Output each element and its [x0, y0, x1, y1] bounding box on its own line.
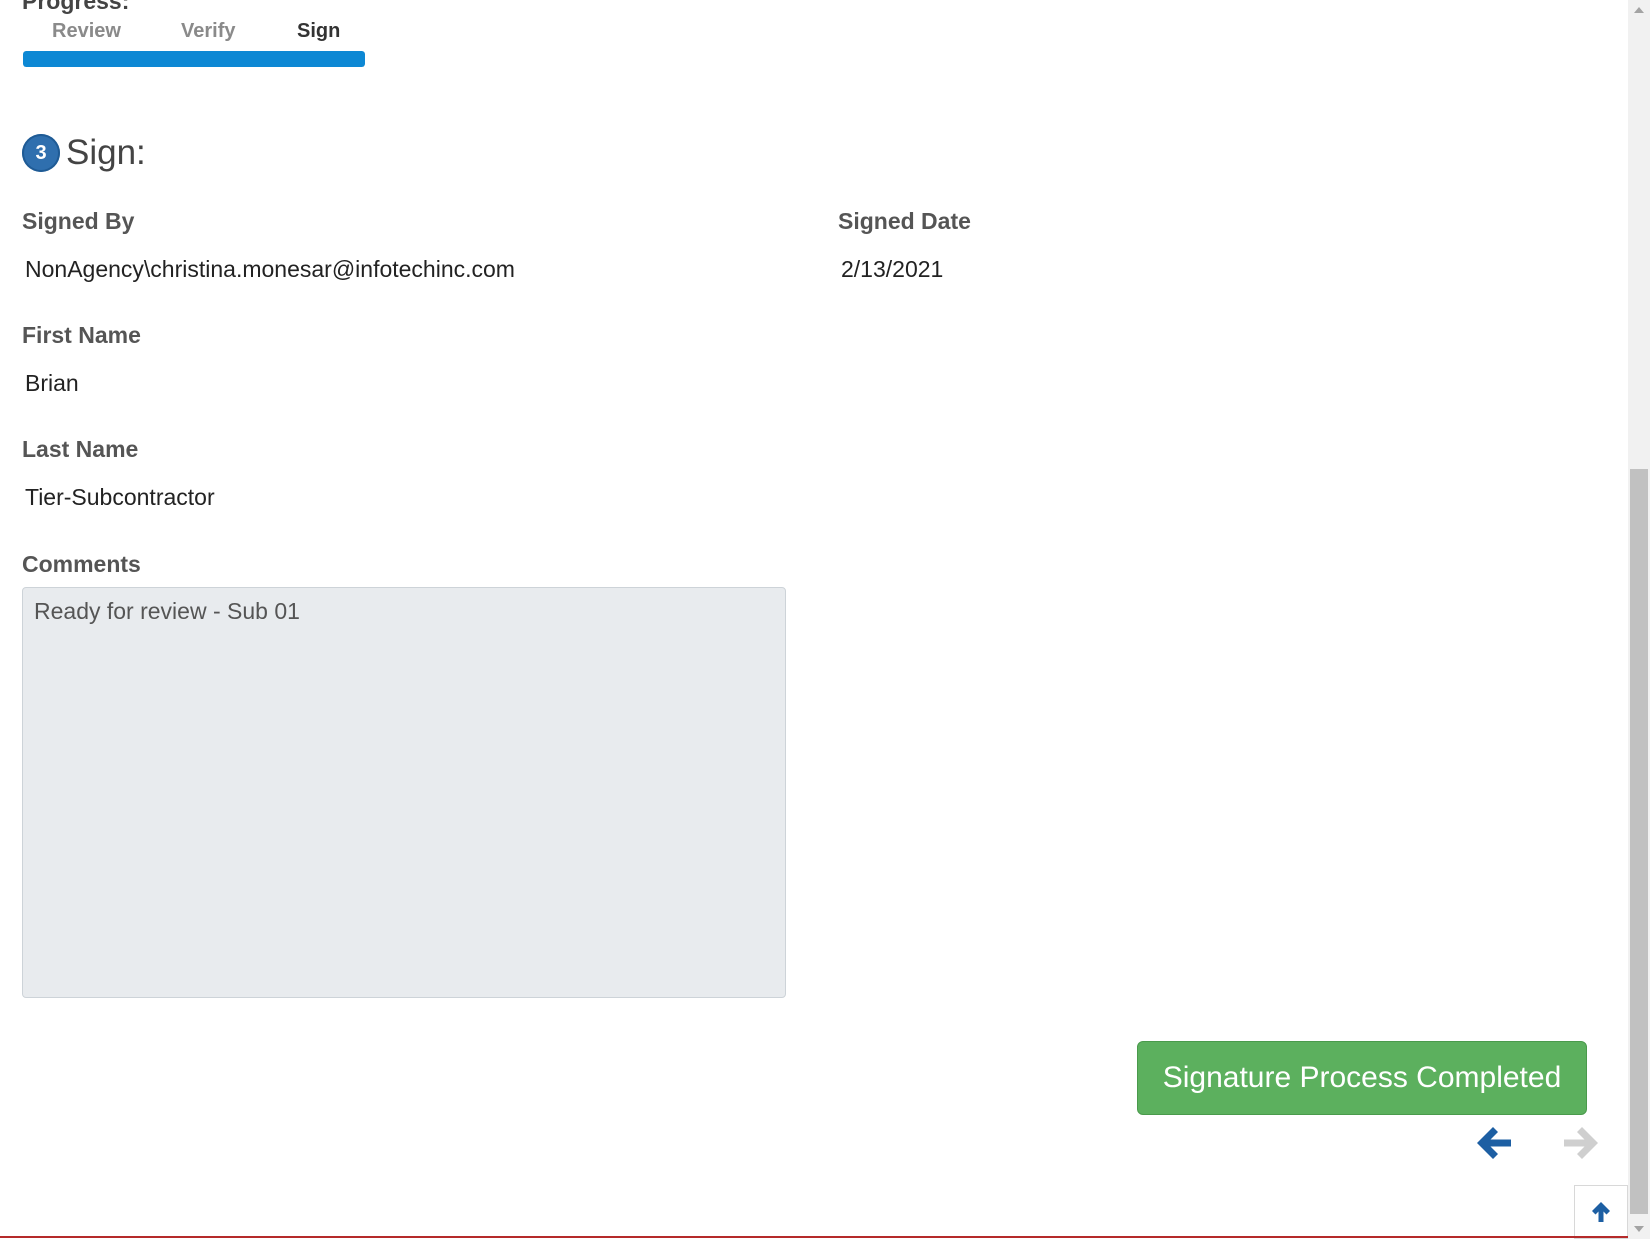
last-name-value: Tier-Subcontractor — [25, 484, 215, 510]
signed-by-value: NonAgency\christina.monesar@infotechinc.… — [25, 256, 515, 282]
first-name-label: First Name — [22, 322, 141, 348]
first-name-value: Brian — [25, 370, 79, 396]
scroll-up-icon[interactable] — [1628, 0, 1650, 20]
arrow-right-icon[interactable] — [1560, 1124, 1600, 1162]
step-number-badge: 3 — [22, 134, 60, 172]
comments-label: Comments — [22, 551, 141, 577]
progress-steps: Review Verify Sign — [23, 20, 365, 46]
section-title: 3 Sign: — [22, 132, 146, 174]
signature-complete-button[interactable]: Signature Process Completed — [1137, 1041, 1587, 1115]
arrow-left-icon[interactable] — [1475, 1124, 1515, 1162]
signature-page: Progress: Review Verify Sign 3 Sign: Sig… — [0, 0, 1628, 1239]
scrollbar-thumb[interactable] — [1630, 469, 1648, 1214]
signed-date-value: 2/13/2021 — [841, 256, 944, 282]
progress-fill — [23, 51, 365, 67]
step-verify: Verify — [181, 20, 236, 42]
section-label: Sign: — [66, 133, 146, 172]
back-to-top-button[interactable] — [1574, 1185, 1628, 1239]
step-review: Review — [52, 20, 121, 42]
progress-heading: Progress: — [22, 0, 130, 14]
comments-textarea[interactable]: Ready for review - Sub 01 — [22, 587, 786, 998]
signed-date-label: Signed Date — [838, 208, 971, 234]
step-sign: Sign — [297, 20, 341, 42]
footer-divider — [0, 1236, 1628, 1238]
arrow-up-icon — [1592, 1202, 1610, 1222]
last-name-label: Last Name — [22, 436, 139, 462]
signed-by-label: Signed By — [22, 208, 135, 234]
progress-bar — [23, 51, 365, 67]
scroll-down-icon[interactable] — [1628, 1219, 1650, 1239]
vertical-scrollbar[interactable] — [1628, 0, 1650, 1239]
